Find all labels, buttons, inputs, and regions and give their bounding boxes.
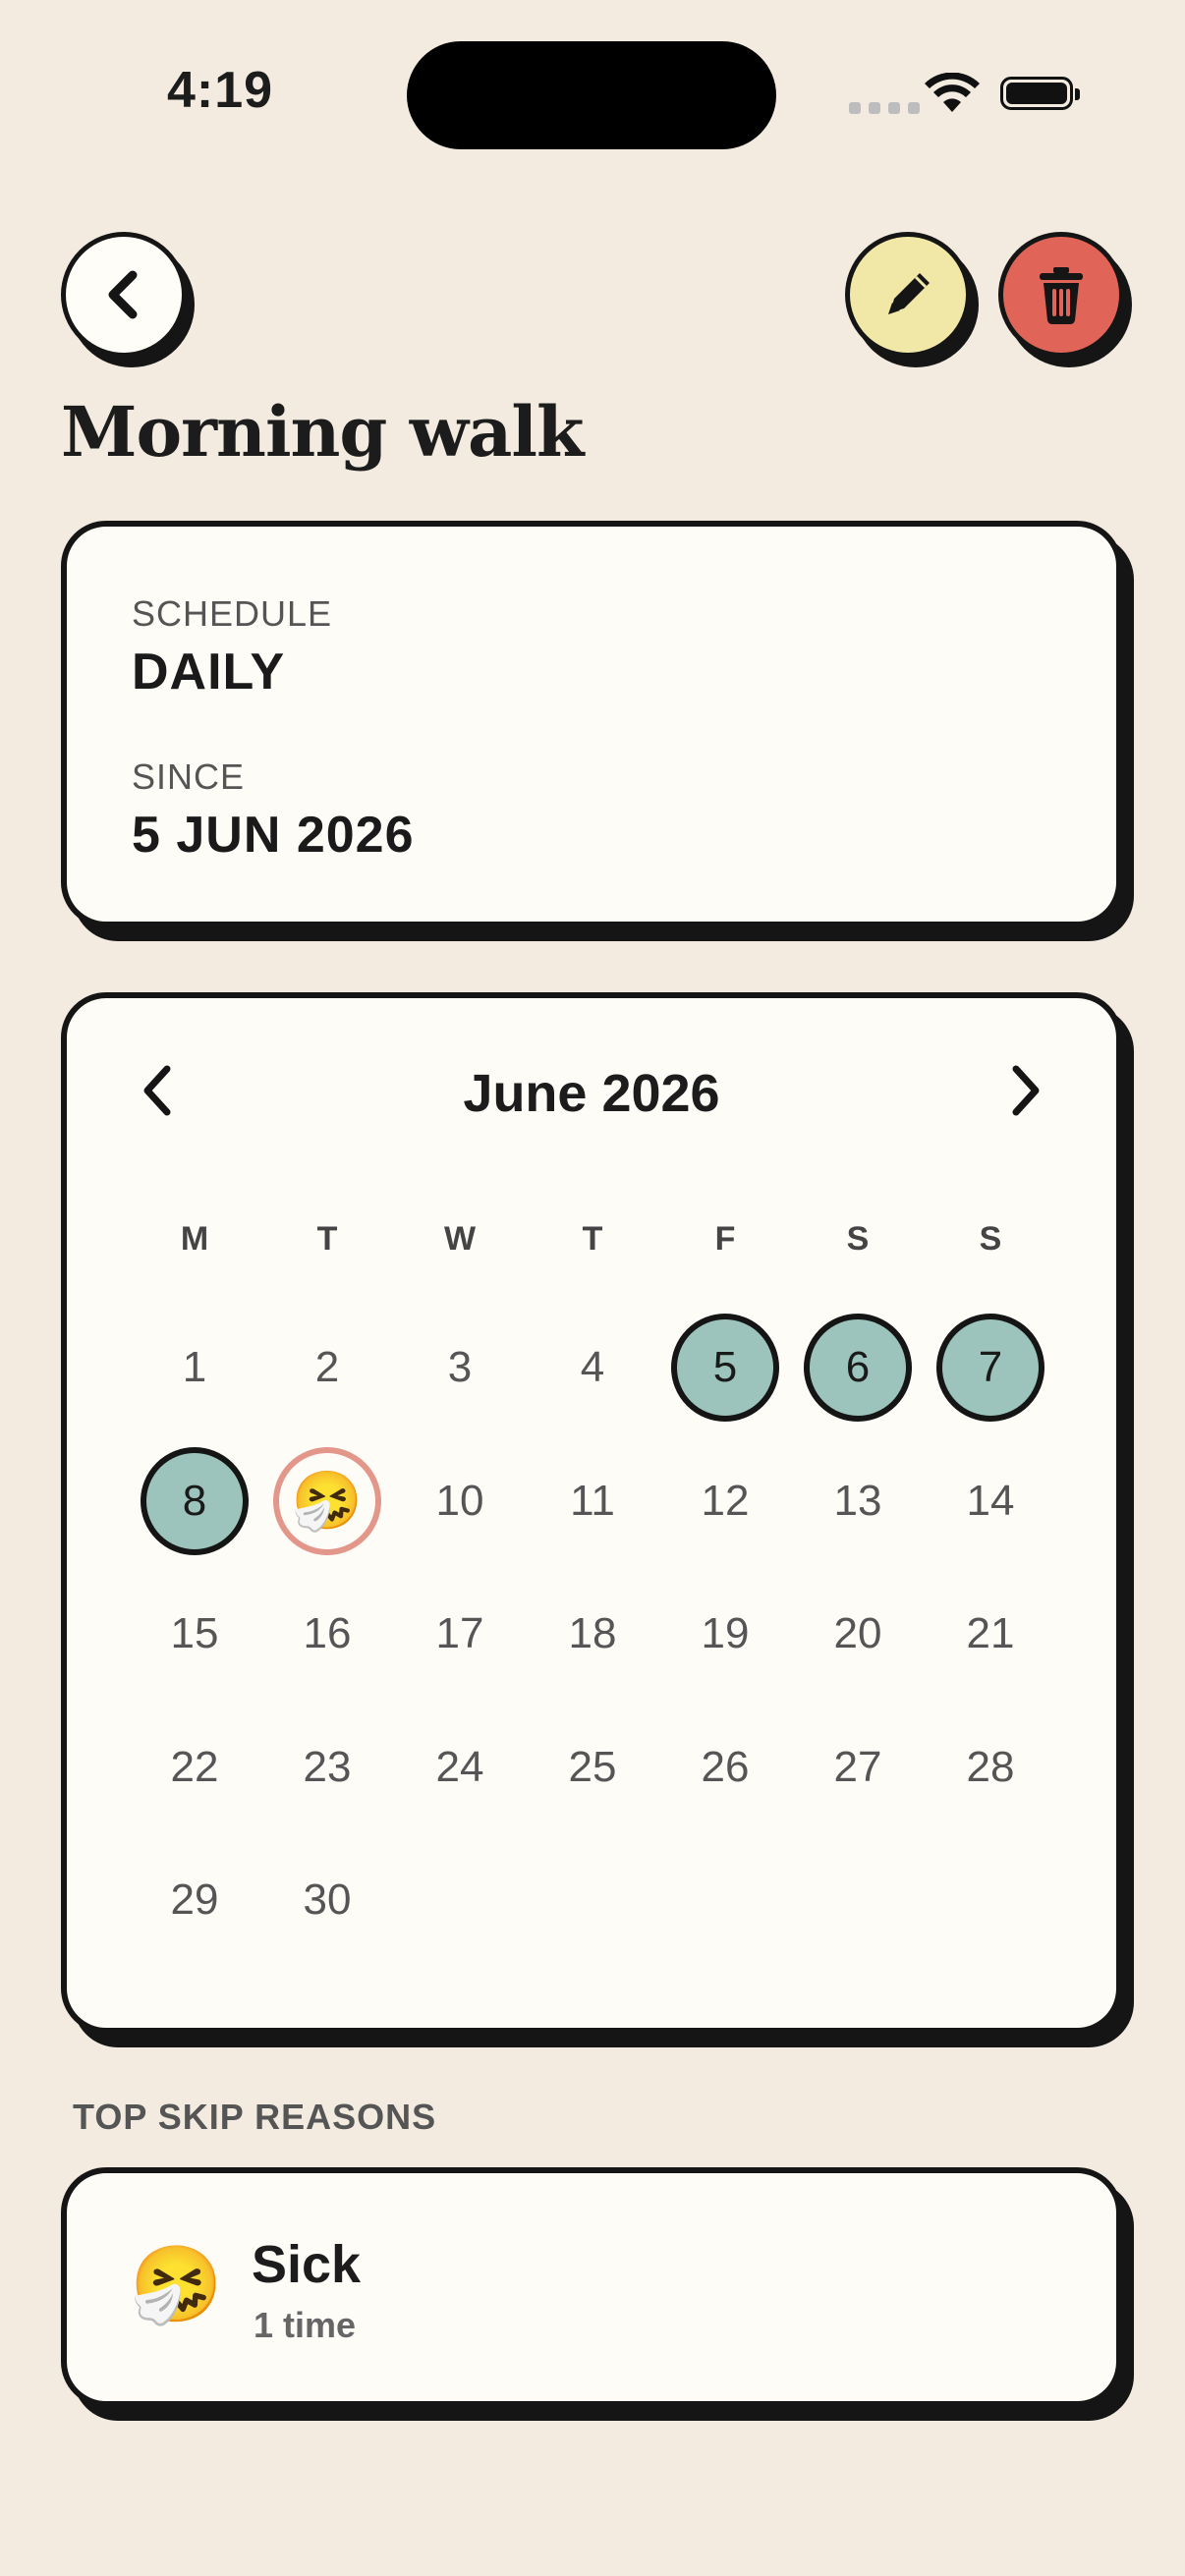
calendar-day[interactable]: 20: [804, 1580, 912, 1688]
chevron-right-icon: [1012, 1065, 1040, 1116]
calendar-day[interactable]: 30: [273, 1846, 381, 1954]
calendar-day[interactable]: 14: [936, 1447, 1044, 1555]
weekday-header: T: [316, 1220, 338, 1258]
calendar-day[interactable]: 25: [538, 1713, 647, 1821]
skip-reason-count: 1 time: [254, 2305, 357, 2345]
weekday-header: T: [582, 1220, 603, 1258]
dynamic-island: [407, 41, 776, 149]
section-title: TOP SKIP REASONS: [73, 2097, 437, 2137]
weekday-header: S: [846, 1220, 870, 1258]
schedule-label: SCHEDULE: [132, 593, 333, 634]
calendar-day[interactable]: 27: [804, 1713, 912, 1821]
cellular-signal-icon: [849, 102, 920, 114]
calendar-day[interactable]: 3: [406, 1314, 514, 1422]
calendar-day[interactable]: 24: [406, 1713, 514, 1821]
calendar-day[interactable]: 12: [671, 1447, 779, 1555]
calendar-day-completed[interactable]: 8: [141, 1446, 249, 1555]
calendar-day[interactable]: 15: [141, 1580, 249, 1688]
schedule-card: SCHEDULE DAILY SINCE 5 JUN 2026: [61, 521, 1122, 927]
calendar-day[interactable]: 26: [671, 1713, 779, 1821]
back-button[interactable]: [61, 232, 187, 358]
calendar-day[interactable]: 16: [273, 1580, 381, 1688]
calendar-day[interactable]: 21: [936, 1580, 1044, 1688]
calendar-day[interactable]: 2: [273, 1314, 381, 1422]
weekday-header: S: [979, 1220, 1002, 1258]
calendar-day[interactable]: 18: [538, 1580, 647, 1688]
calendar-day[interactable]: 19: [671, 1580, 779, 1688]
wifi-icon: [925, 73, 980, 112]
calendar-day[interactable]: 29: [141, 1846, 249, 1954]
calendar-day[interactable]: 23: [273, 1713, 381, 1821]
calendar-day[interactable]: 1: [141, 1314, 249, 1422]
calendar-day[interactable]: 17: [406, 1580, 514, 1688]
schedule-value: DAILY: [132, 644, 286, 700]
weekday-header: F: [714, 1220, 736, 1258]
delete-button[interactable]: [998, 232, 1124, 358]
skip-reason-name: Sick: [252, 2235, 362, 2294]
trash-icon: [1040, 267, 1083, 324]
calendar-day[interactable]: 10: [406, 1447, 514, 1555]
status-time: 4:19: [167, 62, 274, 119]
next-month-button[interactable]: [996, 1061, 1055, 1120]
calendar-day[interactable]: 13: [804, 1447, 912, 1555]
calendar-day-completed[interactable]: 5: [671, 1314, 779, 1422]
calendar-day[interactable]: 22: [141, 1713, 249, 1821]
calendar-day[interactable]: 28: [936, 1713, 1044, 1821]
page-title: Morning walk: [61, 391, 584, 473]
pencil-icon: [888, 273, 930, 314]
weekday-header: M: [180, 1220, 209, 1258]
chevron-left-icon: [108, 270, 138, 319]
since-label: SINCE: [132, 756, 246, 797]
skip-reason-card[interactable]: 🤧 Sick 1 time: [61, 2167, 1122, 2407]
calendar-day[interactable]: 4: [538, 1314, 647, 1422]
edit-button[interactable]: [845, 232, 971, 358]
calendar-day-completed[interactable]: 6: [804, 1314, 912, 1422]
since-value: 5 JUN 2026: [132, 807, 415, 864]
calendar-day[interactable]: 11: [538, 1447, 647, 1555]
calendar-day-skipped[interactable]: 🤧: [273, 1446, 381, 1555]
calendar-card: June 2026 M T W T F S S 1 2 3 4 5 6 7 8 🤧 10 11 12 13 14 15 16…: [61, 992, 1122, 2034]
month-title: June 2026: [463, 1064, 720, 1123]
weekday-header: W: [443, 1220, 477, 1258]
sneezing-face-emoji-icon: 🤧: [130, 2243, 223, 2326]
battery-icon: [1000, 77, 1080, 110]
calendar-day-completed[interactable]: 7: [936, 1314, 1044, 1422]
